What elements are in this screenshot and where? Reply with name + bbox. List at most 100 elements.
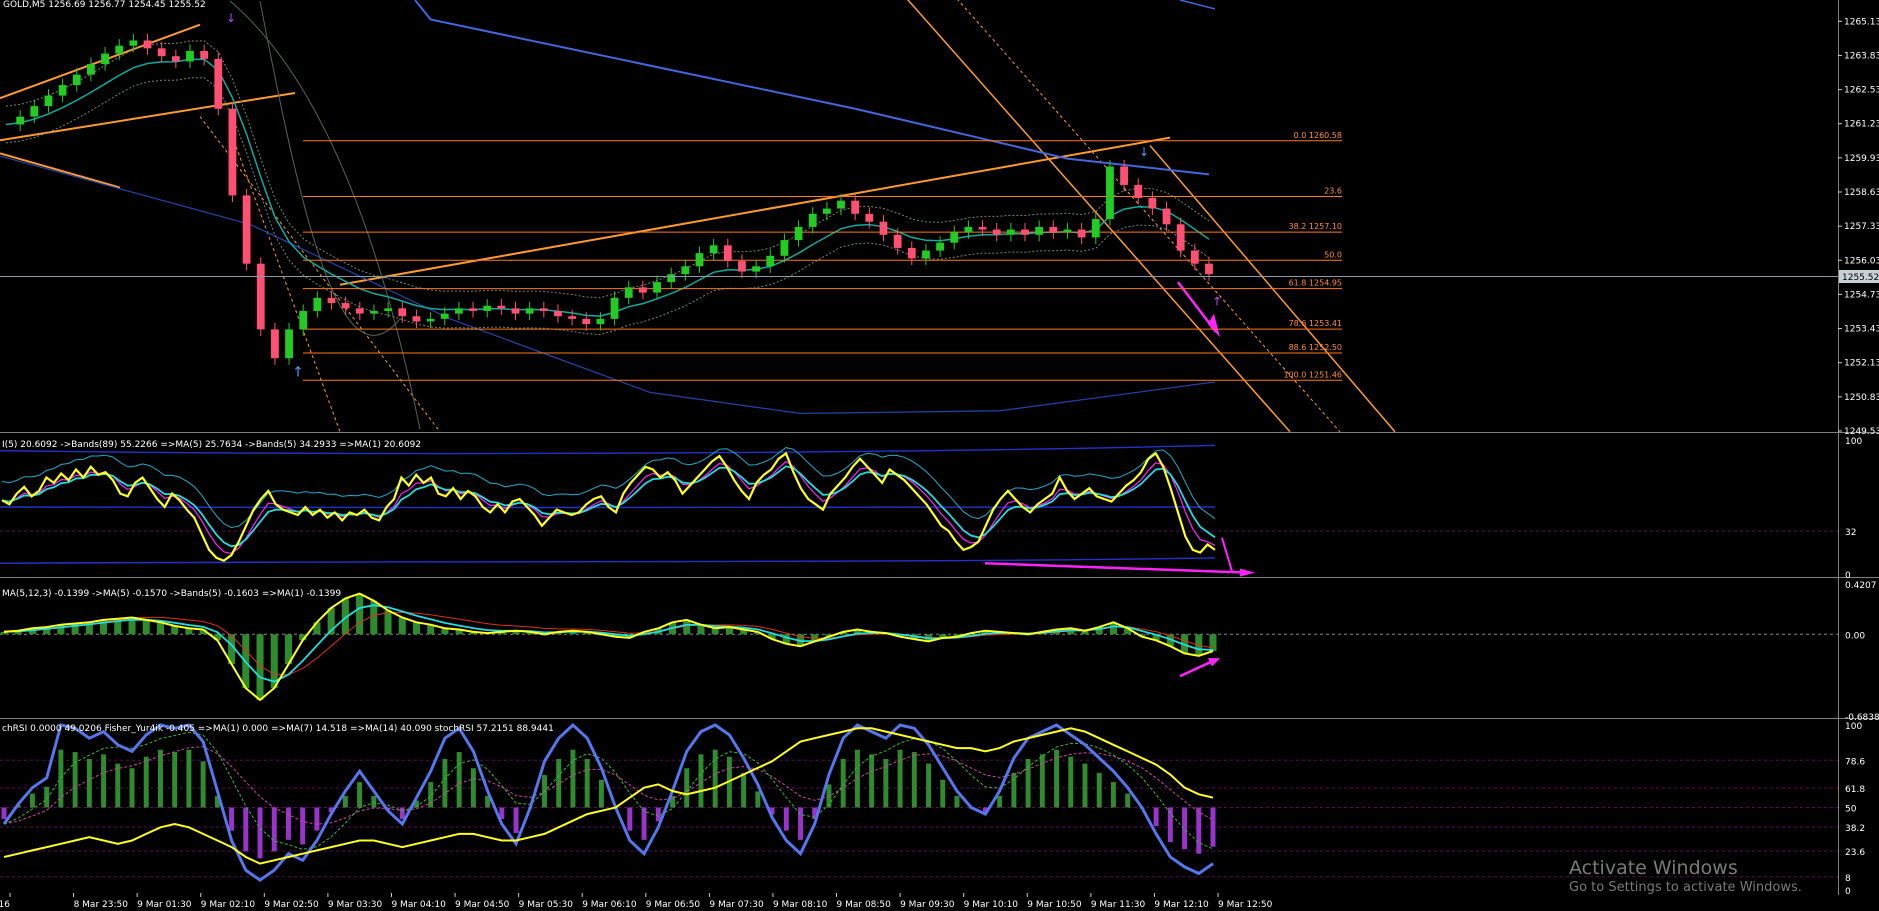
time-tick-label: 9 Mar 11:30 bbox=[1091, 900, 1146, 910]
stoch-histogram-bar bbox=[570, 749, 576, 808]
macd-histogram-bar bbox=[356, 593, 364, 635]
stoch-histogram-bar bbox=[869, 754, 875, 808]
candle-body bbox=[851, 200, 860, 214]
stoch-histogram-bar bbox=[357, 782, 363, 808]
candle-body bbox=[723, 245, 732, 262]
candle-body bbox=[893, 234, 902, 248]
stoch-histogram-bar bbox=[926, 763, 932, 808]
time-tick-label: 9 Mar 04:50 bbox=[455, 900, 510, 910]
candle-body bbox=[865, 213, 874, 222]
activate-windows-watermark: Activate Windows Go to Settings to activ… bbox=[1569, 857, 1802, 897]
macd-histogram-bar bbox=[683, 619, 691, 635]
candle-body bbox=[469, 308, 477, 311]
candle-body bbox=[412, 316, 421, 322]
candle-body bbox=[497, 305, 506, 309]
candle-body bbox=[200, 50, 209, 59]
candle-body bbox=[171, 56, 180, 62]
candle-body bbox=[582, 318, 591, 325]
time-tick-label: 9 Mar 08:10 bbox=[773, 900, 828, 910]
price-tick-label: 1253.43 bbox=[1844, 325, 1879, 335]
candle-body bbox=[72, 74, 81, 86]
candle-body bbox=[327, 297, 336, 304]
candle-body bbox=[44, 95, 53, 107]
candle-body bbox=[370, 310, 378, 314]
candle-body bbox=[638, 287, 647, 293]
macd-histogram-bar bbox=[156, 622, 164, 635]
time-tick-label: Mar 2016 bbox=[0, 900, 10, 910]
time-tick-label: 8 Mar 23:50 bbox=[74, 900, 129, 910]
time-tick-label: 9 Mar 08:50 bbox=[837, 900, 892, 910]
fib-label: 50.0 bbox=[1324, 250, 1342, 259]
watermark-title: Activate Windows bbox=[1569, 857, 1738, 879]
stoch-histogram-bar bbox=[1153, 807, 1159, 826]
price-tick-label: 1257.33 bbox=[1844, 222, 1879, 232]
rsi-tick-label: 32 bbox=[1845, 528, 1856, 538]
stoch-histogram-bar bbox=[1096, 772, 1102, 808]
macd-histogram-bar bbox=[412, 622, 421, 635]
candle-body bbox=[922, 250, 930, 259]
price-tick-label: 1250.83 bbox=[1844, 393, 1879, 403]
candle-body bbox=[455, 308, 463, 314]
rsi-tick-label: 0 bbox=[1845, 571, 1851, 581]
candle-body bbox=[313, 297, 322, 311]
candle-body bbox=[1049, 226, 1058, 233]
candle-body bbox=[1190, 250, 1199, 264]
candle-body bbox=[1077, 229, 1086, 238]
candle-body bbox=[256, 263, 265, 330]
sell-arrow-icon: ↓ bbox=[226, 11, 236, 25]
stoch-histogram-bar bbox=[172, 752, 178, 808]
price-tick-label: 1265.13 bbox=[1844, 17, 1879, 27]
time-tick-label: 9 Mar 03:30 bbox=[328, 900, 383, 910]
candle-body bbox=[752, 266, 760, 272]
time-tick-label: 9 Mar 10:50 bbox=[1027, 900, 1082, 910]
candle-body bbox=[837, 200, 845, 209]
candle-body bbox=[398, 308, 407, 317]
candle-body bbox=[738, 261, 746, 272]
stoch-histogram-bar bbox=[186, 749, 192, 808]
stoch-histogram-bar bbox=[101, 754, 107, 808]
fib-label: 38.2 1257.10 bbox=[1289, 222, 1342, 231]
time-tick-label: 9 Mar 02:50 bbox=[264, 900, 319, 910]
fib-label: 61.8 1254.95 bbox=[1289, 279, 1342, 288]
candle-body bbox=[936, 242, 944, 251]
candle-body bbox=[653, 282, 661, 293]
stoch-histogram-bar bbox=[897, 749, 903, 808]
stoch-tick-label: 8 bbox=[1845, 874, 1851, 884]
stoch-tick-label: 23.6 bbox=[1845, 848, 1865, 858]
candle-body bbox=[214, 58, 223, 109]
price-tick-label: 1258.63 bbox=[1844, 188, 1879, 198]
stoch-tick-label: 78.6 bbox=[1845, 757, 1865, 767]
stoch-histogram-bar bbox=[1182, 807, 1188, 850]
candle-body bbox=[341, 303, 350, 309]
candle-body bbox=[384, 308, 393, 311]
trading-chart[interactable]: ↑ ↓ ↓ ↑ 0.0 1260.58 23.6 38.2 1257.10 50.0 61.8… bbox=[0, 0, 1879, 911]
candle-body bbox=[964, 226, 973, 233]
time-tick-label: 9 Mar 06:50 bbox=[646, 900, 701, 910]
candle-body bbox=[1148, 198, 1157, 209]
candle-body bbox=[355, 308, 364, 314]
stoch-histogram-bar bbox=[371, 795, 377, 808]
price-tick-label: 1252.13 bbox=[1844, 359, 1879, 369]
rsi-panel-header: I(5) 20.6092 ->Bands(89) 55.2266 =>MA(5)… bbox=[2, 440, 421, 450]
macd-panel-header: MA(5,12,3) -0.1399 ->MA(5) -0.1570 ->Ban… bbox=[2, 589, 341, 599]
stoch-histogram-bar bbox=[627, 807, 633, 831]
candle-body bbox=[299, 310, 308, 330]
candle-body bbox=[681, 266, 690, 275]
stoch-histogram-bar bbox=[1068, 756, 1074, 808]
stoch-histogram-bar bbox=[200, 761, 206, 808]
candle-body bbox=[1120, 166, 1128, 185]
candle-body bbox=[426, 318, 435, 322]
stoch-histogram-bar bbox=[584, 758, 590, 808]
stoch-histogram-bar bbox=[399, 807, 405, 820]
candle-body bbox=[780, 240, 789, 256]
candle-body bbox=[271, 329, 279, 359]
candle-body bbox=[667, 274, 676, 283]
stoch-histogram-bar bbox=[129, 768, 135, 808]
candle-body bbox=[16, 116, 25, 125]
candle-body bbox=[822, 208, 831, 214]
stoch-histogram-bar bbox=[314, 807, 320, 831]
time-tick-label: 9 Mar 07:30 bbox=[709, 900, 764, 910]
candle-body bbox=[766, 255, 775, 267]
stoch-histogram-bar bbox=[157, 749, 163, 808]
candle-body bbox=[596, 318, 605, 325]
